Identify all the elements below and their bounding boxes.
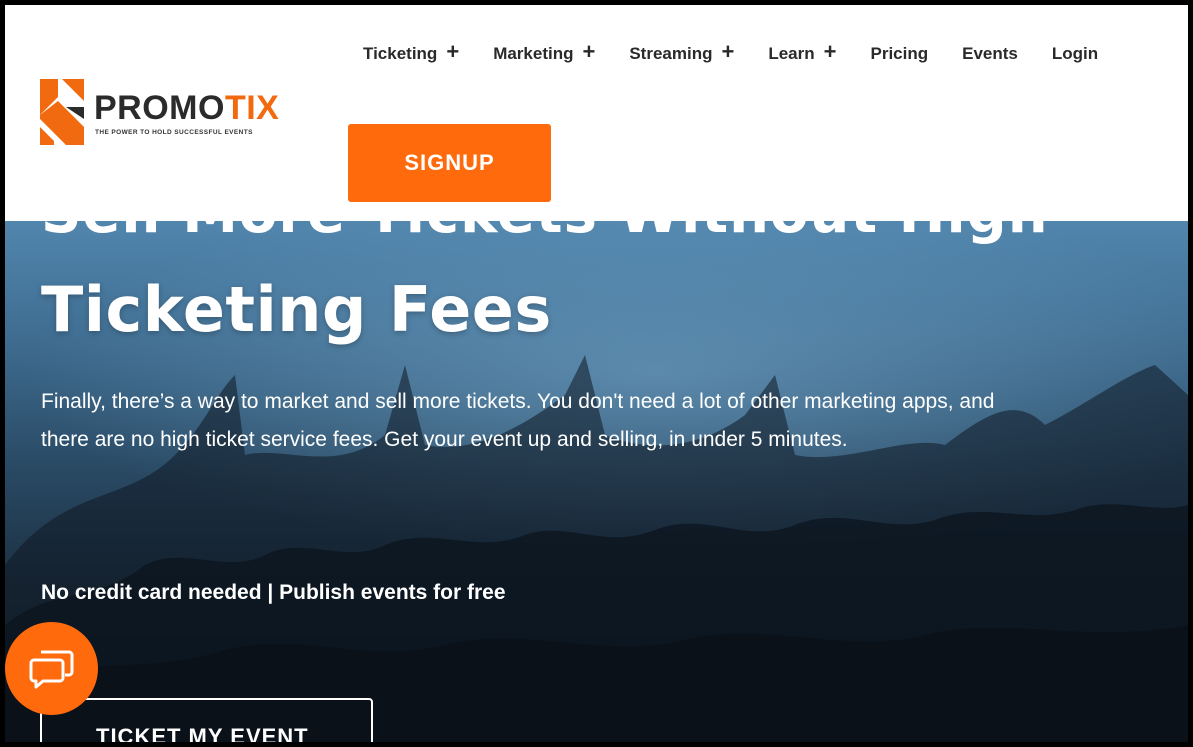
ticket-my-event-button[interactable]: TICKET MY EVENT bbox=[40, 698, 373, 742]
hero-title-line-2: Ticketing Fees bbox=[41, 273, 552, 346]
logo-wordmark: PROMOTIX bbox=[94, 89, 279, 128]
logo-wordmark-primary: PROMO bbox=[94, 89, 225, 127]
hero-note: No credit card needed | Publish events f… bbox=[41, 581, 506, 604]
nav-item-ticketing[interactable]: Ticketing + bbox=[363, 41, 459, 65]
nav-item-label: Ticketing bbox=[363, 44, 438, 63]
nav-item-streaming[interactable]: Streaming + bbox=[629, 41, 734, 65]
nav-item-pricing[interactable]: Pricing bbox=[871, 44, 929, 64]
hero-description: Finally, there’s a way to market and sel… bbox=[41, 390, 995, 451]
nav-item-label: Streaming bbox=[629, 44, 713, 63]
nav-item-events[interactable]: Events bbox=[962, 44, 1018, 64]
chat-widget-button[interactable] bbox=[5, 622, 98, 715]
plus-icon[interactable]: + bbox=[824, 41, 837, 63]
promotix-logo[interactable]: PROMOTIX THE POWER TO HOLD SUCCESSFUL EV… bbox=[40, 79, 300, 149]
main-nav: Ticketing + Marketing + Streaming + Lear… bbox=[363, 39, 1098, 69]
promotix-logo-icon bbox=[40, 79, 84, 145]
logo-wordmark-accent: TIX bbox=[224, 89, 280, 127]
plus-icon[interactable]: + bbox=[582, 41, 595, 63]
nav-item-label: Marketing bbox=[493, 44, 574, 63]
signup-button[interactable]: SIGNUP bbox=[348, 124, 551, 202]
chat-bubbles-icon bbox=[29, 650, 73, 688]
browser-viewport: Sell More Tickets Without High Ticketing… bbox=[5, 5, 1188, 742]
plus-icon[interactable]: + bbox=[721, 41, 734, 63]
plus-icon[interactable]: + bbox=[446, 41, 459, 63]
site-header: PROMOTIX THE POWER TO HOLD SUCCESSFUL EV… bbox=[5, 5, 1188, 221]
nav-item-label: Login bbox=[1051, 44, 1099, 63]
nav-item-label: Pricing bbox=[870, 44, 929, 63]
nav-item-learn[interactable]: Learn + bbox=[768, 41, 837, 65]
nav-item-label: Learn bbox=[768, 44, 815, 63]
nav-item-label: Events bbox=[962, 44, 1018, 63]
logo-tagline: THE POWER TO HOLD SUCCESSFUL EVENTS bbox=[95, 129, 253, 136]
nav-item-login[interactable]: Login bbox=[1052, 44, 1098, 64]
nav-item-marketing[interactable]: Marketing + bbox=[493, 41, 595, 65]
